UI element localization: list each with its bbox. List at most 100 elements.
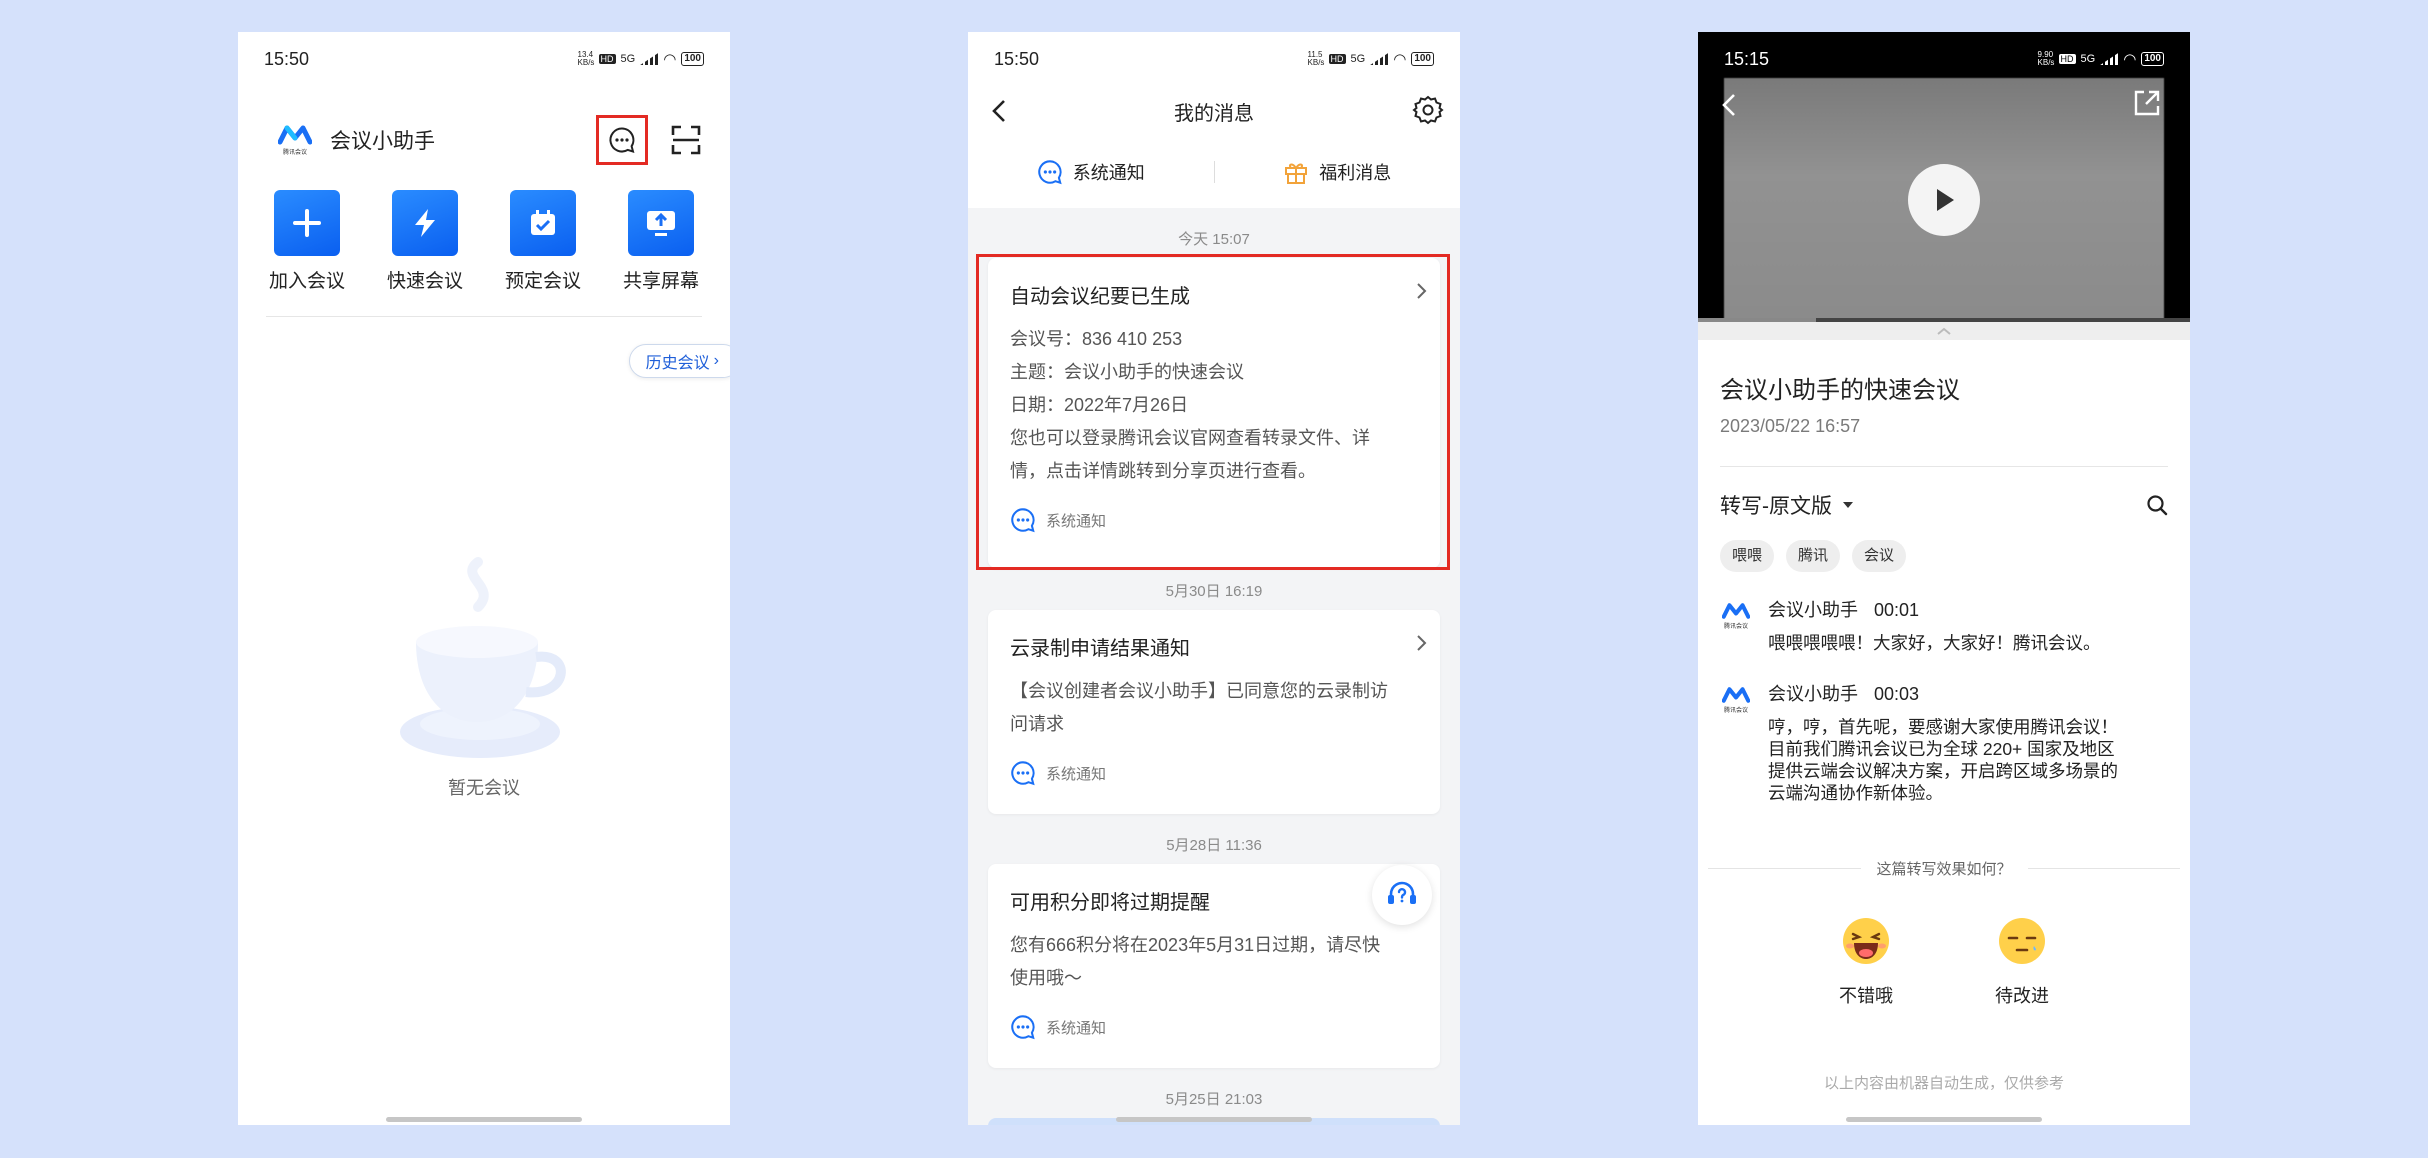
schedule-meeting-button[interactable]: 预定会议 bbox=[488, 190, 598, 293]
chevron-up-icon bbox=[1937, 327, 1951, 335]
laughing-face-icon bbox=[1843, 918, 1889, 964]
gear-icon[interactable] bbox=[1412, 94, 1444, 126]
share-screen-icon bbox=[628, 190, 694, 256]
divider bbox=[2027, 868, 2181, 869]
message-date: 5月25日 21:03 bbox=[1165, 1091, 1263, 1108]
network-speed: 11.5 KB/s bbox=[1307, 50, 1325, 67]
feedback-reactions: 不错哦 待改进 bbox=[1698, 916, 2190, 1008]
help-button[interactable] bbox=[1372, 865, 1432, 925]
status-icons: 11.5 KB/s HD 5G ◠ 100 bbox=[1308, 50, 1434, 68]
app-title: 会议小助手 bbox=[330, 130, 435, 153]
wifi-icon: ◠ bbox=[2123, 51, 2137, 68]
status-icons: 13.4 KB/s HD 5G ◠ 100 bbox=[578, 50, 704, 68]
transcript-entry[interactable]: 腾讯会议 会议小助手 00:01 喂喂喂喂喂！大家好，大家好！腾讯会议。 bbox=[1720, 596, 2172, 654]
network-speed: 13.4 KB/s bbox=[577, 50, 595, 67]
network-type: 5G bbox=[620, 53, 636, 65]
hd-icon: HD bbox=[2058, 54, 2076, 64]
timestamp: 00:01 bbox=[1874, 600, 1920, 620]
speaker-name: 会议小助手 bbox=[1768, 684, 1858, 704]
play-icon bbox=[1937, 189, 1954, 211]
tencent-meeting-logo-icon bbox=[1722, 603, 1750, 619]
chat-bubble-icon bbox=[1011, 761, 1035, 786]
app-header: 腾讯会议 会议小助手 bbox=[276, 112, 706, 168]
wifi-icon: ◠ bbox=[1393, 51, 1407, 68]
play-button[interactable] bbox=[1908, 164, 1980, 236]
transcript-entry[interactable]: 腾讯会议 会议小助手 00:03 哼，哼，首先呢，要感谢大家使用腾讯会议！ 目前我… bbox=[1720, 680, 2172, 804]
action-label: 快速会议 bbox=[386, 271, 463, 292]
message-card[interactable]: 云录制申请结果通知 【会议创建者会议小助手】已同意您的云录制访 问请求 系统通知 bbox=[988, 610, 1440, 814]
home-indicator bbox=[386, 1117, 582, 1122]
gift-icon bbox=[1285, 163, 1308, 184]
message-title: 可用积分即将过期提醒 bbox=[1010, 892, 1210, 914]
calendar-check-icon bbox=[510, 190, 576, 256]
status-icons: 9.90 KB/s HD 5G ◠ 100 bbox=[2038, 50, 2164, 68]
tencent-meeting-logo-icon bbox=[278, 125, 312, 145]
share-screen-button[interactable]: 共享屏幕 bbox=[606, 190, 716, 293]
keyword-tag[interactable]: 喂喂 bbox=[1720, 540, 1775, 572]
transcript-version-select[interactable]: 转写-原文版 bbox=[1720, 490, 1832, 520]
chevron-right-icon bbox=[1417, 635, 1427, 651]
message-date: 5月30日 16:19 bbox=[1165, 583, 1263, 600]
message-line: 使用哦～ bbox=[1010, 968, 1082, 988]
search-icon[interactable] bbox=[2146, 494, 2168, 516]
signal-icon bbox=[2100, 53, 2119, 65]
phone-screen-messages: 15:50 11.5 KB/s HD 5G ◠ 100 我的消息 系统通知 福利… bbox=[968, 32, 1460, 1125]
history-meetings-button[interactable]: 历史会议 › bbox=[628, 344, 730, 378]
hd-icon: HD bbox=[598, 54, 616, 64]
signal-icon bbox=[640, 53, 659, 65]
headset-help-icon bbox=[1388, 881, 1416, 904]
network-type: 5G bbox=[2080, 53, 2096, 65]
reaction-good-button[interactable]: 不错哦 bbox=[1831, 916, 1901, 1008]
action-label: 共享屏幕 bbox=[622, 271, 699, 292]
disclaimer-text: 以上内容由机器自动生成，仅供参考 bbox=[1823, 1075, 2064, 1092]
reaction-label: 待改进 bbox=[1995, 986, 2049, 1006]
empty-cup-illustration bbox=[400, 557, 566, 758]
network-speed: 9.90 KB/s bbox=[2037, 50, 2055, 67]
status-bar: 15:15 9.90 KB/s HD 5G ◠ 100 bbox=[1698, 32, 2190, 86]
message-line: 您有666积分将在2023年5月31日过期，请尽快 bbox=[1010, 935, 1381, 955]
transcript-text: 喂喂喂喂喂！大家好，大家好！腾讯会议。 bbox=[1768, 632, 2101, 654]
divider bbox=[1708, 868, 1861, 869]
history-label: 历史会议 bbox=[645, 355, 710, 372]
status-bar: 15:50 11.5 KB/s HD 5G ◠ 100 bbox=[968, 32, 1460, 86]
source-label: 系统通知 bbox=[1046, 1019, 1107, 1037]
caret-down-icon[interactable] bbox=[1842, 501, 1854, 509]
battery-icon: 100 bbox=[1411, 52, 1434, 66]
plus-icon bbox=[274, 190, 340, 256]
message-body: 【会议创建者会议小助手】已同意您的云录制访 问请求 bbox=[1010, 675, 1418, 741]
share-external-icon[interactable] bbox=[2132, 88, 2162, 118]
message-line: 【会议创建者会议小助手】已同意您的云录制访 bbox=[1010, 681, 1388, 701]
meeting-datetime: 2023/05/22 16:57 bbox=[1720, 416, 1861, 436]
keyword-tag[interactable]: 会议 bbox=[1852, 540, 1907, 572]
reaction-improve-button[interactable]: 待改进 bbox=[1987, 916, 2057, 1008]
message-source: 系统通知 bbox=[1010, 751, 1418, 795]
messages-button[interactable] bbox=[596, 115, 648, 165]
divider bbox=[266, 316, 702, 317]
logo-text: 腾讯会议 bbox=[1723, 708, 1748, 714]
drag-handle[interactable] bbox=[1698, 322, 2190, 340]
avatar: 腾讯会议 bbox=[1720, 602, 1752, 654]
tab-label: 福利消息 bbox=[1319, 163, 1392, 183]
transcript-line: 云端沟通协作新体验。 bbox=[1768, 783, 1943, 803]
back-arrow-icon[interactable] bbox=[1718, 90, 1742, 120]
tab-system-notice[interactable]: 系统通知 bbox=[968, 159, 1214, 185]
quick-actions: 加入会议 快速会议 预定会议 共享屏幕 bbox=[252, 190, 716, 293]
quick-meeting-button[interactable]: 快速会议 bbox=[370, 190, 480, 293]
action-label: 预定会议 bbox=[504, 271, 581, 292]
feedback-question-text: 这篇转写效果如何？ bbox=[1876, 861, 2012, 878]
divider bbox=[1720, 466, 2168, 467]
transcript-line: 提供云端会议解决方案，开启跨区域多场景的 bbox=[1768, 761, 2118, 781]
timestamp: 00:03 bbox=[1874, 684, 1920, 704]
messages-header: 15:50 11.5 KB/s HD 5G ◠ 100 我的消息 系统通知 福利… bbox=[968, 32, 1460, 208]
phone-screen-home: 15:50 13.4 KB/s HD 5G ◠ 100 腾讯会议 会议小助手 加… bbox=[238, 32, 730, 1125]
back-arrow-icon[interactable] bbox=[988, 96, 1012, 126]
tab-label: 系统通知 bbox=[1072, 163, 1145, 183]
keyword-tag[interactable]: 腾讯 bbox=[1786, 540, 1841, 572]
tab-welfare-messages[interactable]: 福利消息 bbox=[1215, 159, 1461, 185]
join-meeting-button[interactable]: 加入会议 bbox=[252, 190, 362, 293]
source-label: 系统通知 bbox=[1046, 765, 1107, 783]
scan-button[interactable] bbox=[666, 120, 706, 160]
status-bar: 15:50 13.4 KB/s HD 5G ◠ 100 bbox=[238, 32, 730, 86]
video-player[interactable]: 15:15 9.90 KB/s HD 5G ◠ 100 bbox=[1698, 32, 2190, 322]
meeting-title: 会议小助手的快速会议 bbox=[1720, 377, 1960, 404]
